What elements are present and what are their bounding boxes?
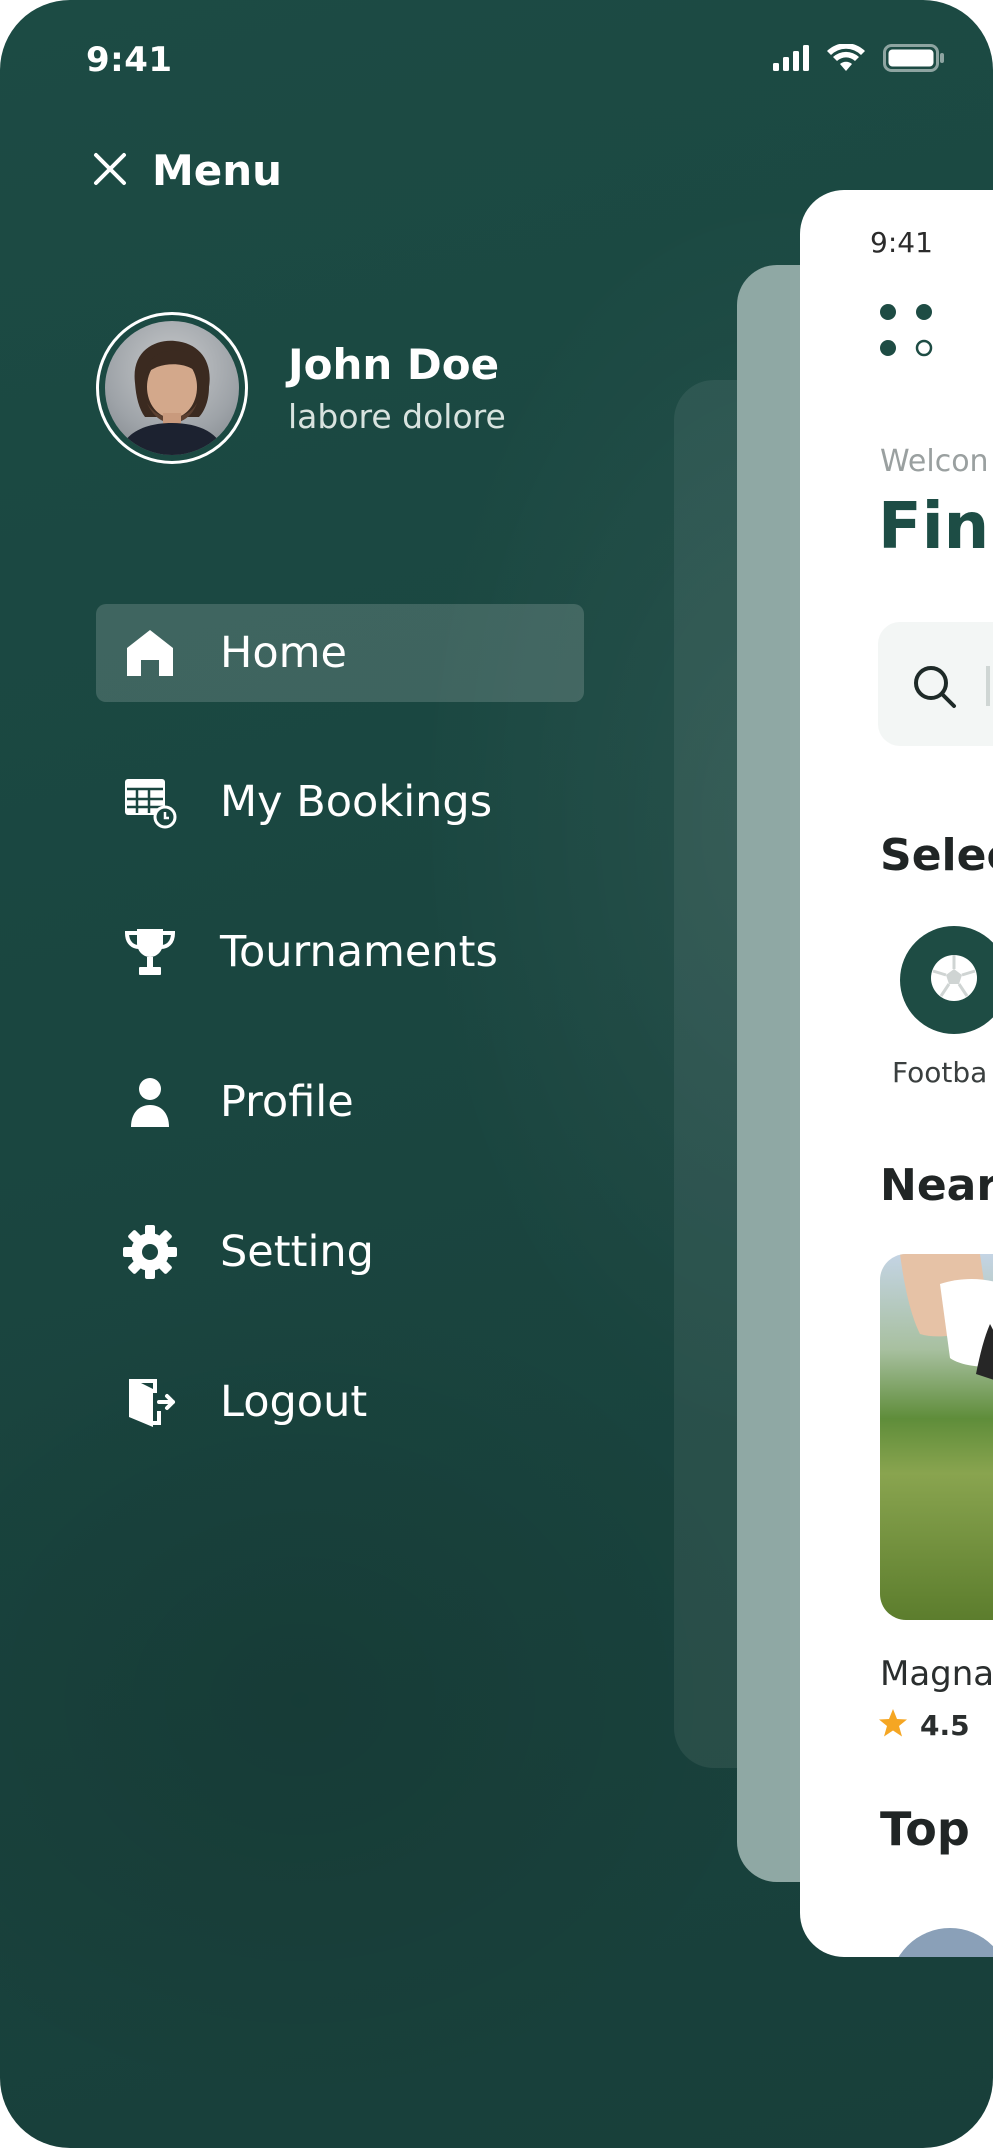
nav-label-home: Home	[220, 628, 347, 678]
wifi-icon	[827, 43, 865, 76]
status-bar: 9:41	[0, 0, 993, 120]
sidebar-nav: Home My Bookings Tournaments Profile Set…	[96, 604, 584, 1502]
avatar-ring	[96, 312, 248, 464]
top-item-image[interactable]	[890, 1928, 993, 1957]
calendar-clock-icon	[120, 772, 180, 832]
preview-nearby-heading: Near	[880, 1160, 993, 1211]
star-icon	[878, 1708, 908, 1742]
preview-status-time: 9:41	[870, 226, 933, 259]
nav-label-logout: Logout	[220, 1377, 368, 1427]
close-icon[interactable]	[92, 151, 128, 191]
venue-rating-value: 4.5	[920, 1708, 970, 1742]
preview-top-heading: Top	[880, 1802, 970, 1856]
preview-search-field[interactable]	[878, 622, 993, 746]
user-name: John Doe	[288, 340, 500, 389]
menu-title: Menu	[152, 146, 283, 195]
avatar	[105, 321, 239, 455]
football-icon	[928, 952, 980, 1008]
nav-item-tournaments[interactable]: Tournaments	[96, 902, 584, 1002]
menu-header: Menu	[92, 146, 282, 195]
preview-heading: Fin	[878, 490, 990, 564]
battery-icon	[883, 44, 945, 76]
trophy-icon	[120, 922, 180, 982]
search-divider	[986, 666, 990, 706]
user-subtitle: labore dolore	[288, 397, 506, 436]
nav-item-setting[interactable]: Setting	[96, 1202, 584, 1302]
profile-text: John Doe labore dolore	[288, 340, 506, 436]
nav-label-setting: Setting	[220, 1227, 374, 1277]
search-icon	[912, 664, 958, 714]
preview-welcome-text: Welcon	[880, 444, 989, 479]
status-icons	[773, 43, 945, 76]
person-icon	[120, 1072, 180, 1132]
category-football[interactable]	[900, 926, 993, 1034]
cellular-signal-icon	[773, 45, 809, 75]
home-preview-card[interactable]: 9:41 Welcon Fin Selec	[800, 190, 993, 1957]
venue-image[interactable]	[880, 1254, 993, 1620]
grid-menu-icon[interactable]	[878, 302, 938, 366]
nav-label-tournaments: Tournaments	[220, 927, 498, 977]
gear-icon	[120, 1222, 180, 1282]
status-time: 9:41	[86, 40, 173, 80]
venue-rating: 4.5	[878, 1708, 970, 1742]
category-football-label: Footba	[892, 1056, 988, 1089]
user-profile[interactable]: John Doe labore dolore	[96, 312, 506, 464]
nav-item-profile[interactable]: Profile	[96, 1052, 584, 1152]
nav-item-my-bookings[interactable]: My Bookings	[96, 752, 584, 852]
app-screen: 9:41 Menu John Doe labore dolore 9:41 We…	[0, 0, 993, 2148]
nav-label-profile: Profile	[220, 1077, 354, 1127]
logout-icon	[120, 1372, 180, 1432]
nav-label-my-bookings: My Bookings	[220, 777, 493, 827]
venue-name: Magna	[880, 1654, 993, 1694]
nav-item-logout[interactable]: Logout	[96, 1352, 584, 1452]
preview-select-heading: Selec	[880, 830, 993, 881]
nav-item-home[interactable]: Home	[96, 604, 584, 702]
home-icon	[120, 623, 180, 683]
